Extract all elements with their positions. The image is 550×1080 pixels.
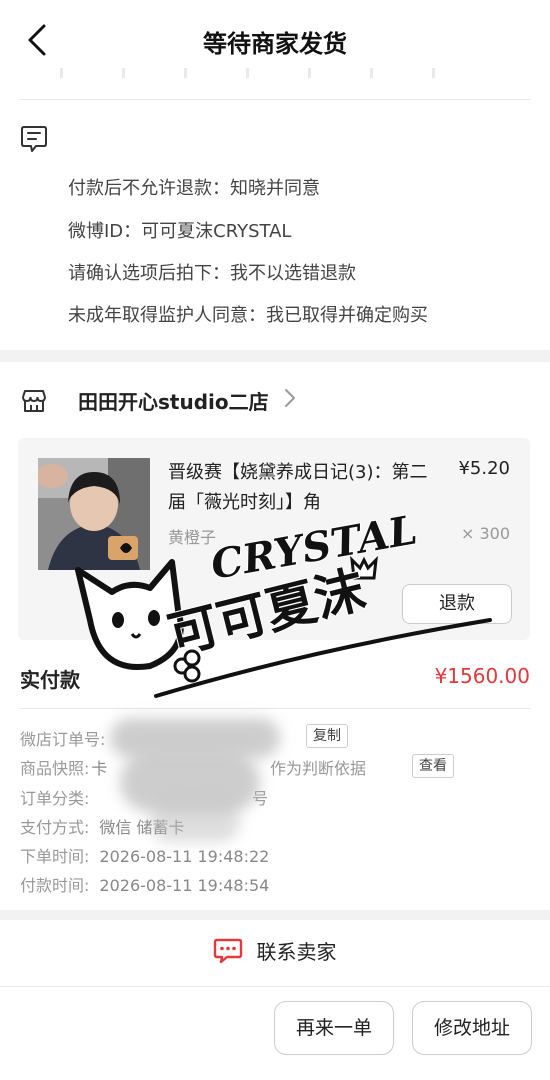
product-price: ¥5.20 <box>458 458 510 479</box>
paid-amount-value: ¥1560.00 <box>434 664 530 688</box>
bottom-action-bar: 再来一单 修改地址 <box>0 987 550 1080</box>
chevron-right-icon[interactable] <box>284 388 296 408</box>
order-category-row: 订单分类: <box>20 785 89 809</box>
remark-guardian-consent: 未成年取得监护人同意：我已取得并确定购买 <box>68 305 428 326</box>
order-number-row: 微店订单号: <box>20 726 105 750</box>
reorder-button[interactable]: 再来一单 <box>274 1001 394 1055</box>
snapshot-value-start: 卡 <box>91 759 108 778</box>
contact-seller-label: 联系卖家 <box>256 940 337 964</box>
order-card: 田田开心studio二店 晋级赛【娆黛养成日记(3)：第二届「薇光时刻」】角 ¥… <box>0 362 550 910</box>
remark-option-confirm: 请确认选项后拍下：我不以选错退款 <box>68 263 356 284</box>
product-title: 晋级赛【娆黛养成日记(3)：第二届「薇光时刻」】角 <box>168 462 428 513</box>
edit-address-button[interactable]: 修改地址 <box>412 1001 532 1055</box>
remark-refund-policy: 付款后不允许退款：知晓并同意 <box>68 178 320 199</box>
copy-order-number-button[interactable]: 复制 <box>306 724 348 748</box>
pay-time-value: 2026-08-11 19:48:54 <box>99 876 270 895</box>
view-snapshot-button[interactable]: 查看 <box>412 754 454 778</box>
shop-name-link[interactable]: 田田开心studio二店 <box>78 386 269 415</box>
snapshot-value-end: 作为判断依据 <box>270 759 367 778</box>
page-title: 等待商家发货 <box>203 30 347 58</box>
snapshot-label: 商品快照: <box>20 759 90 778</box>
scrolled-content-edge <box>60 68 480 78</box>
order-number-label: 微店订单号: <box>20 730 106 749</box>
product-quantity: × 300 <box>460 524 510 543</box>
chat-bubble-icon <box>214 938 243 963</box>
order-category-label: 订单分类: <box>20 789 90 808</box>
contact-seller-bar: 联系卖家 <box>0 920 550 987</box>
paid-amount-label: 实付款 <box>20 668 80 692</box>
message-note-icon <box>21 126 47 152</box>
snapshot-row: 商品快照: 卡 <box>20 755 107 779</box>
payment-method-label: 支付方式: <box>20 818 90 837</box>
top-nav-bar: 等待商家发货 <box>0 0 550 100</box>
order-time-value: 2026-08-11 19:48:22 <box>99 847 270 866</box>
remarks-top-divider <box>20 99 530 100</box>
product-variant: 黄橙子 <box>168 528 217 547</box>
redaction-scribble <box>150 802 240 842</box>
order-item[interactable]: 晋级赛【娆黛养成日记(3)：第二届「薇光时刻」】角 ¥5.20 黄橙子 × 30… <box>18 438 530 640</box>
pay-time-row: 付款时间: 2026-08-11 19:48:54 <box>20 872 269 896</box>
shop-icon <box>22 390 46 412</box>
contact-seller-button[interactable]: 联系卖家 <box>0 936 550 965</box>
pay-time-label: 付款时间: <box>20 876 90 895</box>
order-time-label: 下单时间: <box>20 847 90 866</box>
product-thumbnail[interactable] <box>38 458 150 570</box>
refund-button[interactable]: 退款 <box>402 584 512 624</box>
remark-weibo-id: 微博ID：可可夏沫CRYSTAL <box>68 221 292 242</box>
paid-divider <box>20 708 530 709</box>
buyer-remarks-card: 付款后不允许退款：知晓并同意 微博ID：可可夏沫CRYSTAL 请确认选项后拍下… <box>0 82 550 350</box>
order-time-row: 下单时间: 2026-08-11 19:48:22 <box>20 843 269 867</box>
